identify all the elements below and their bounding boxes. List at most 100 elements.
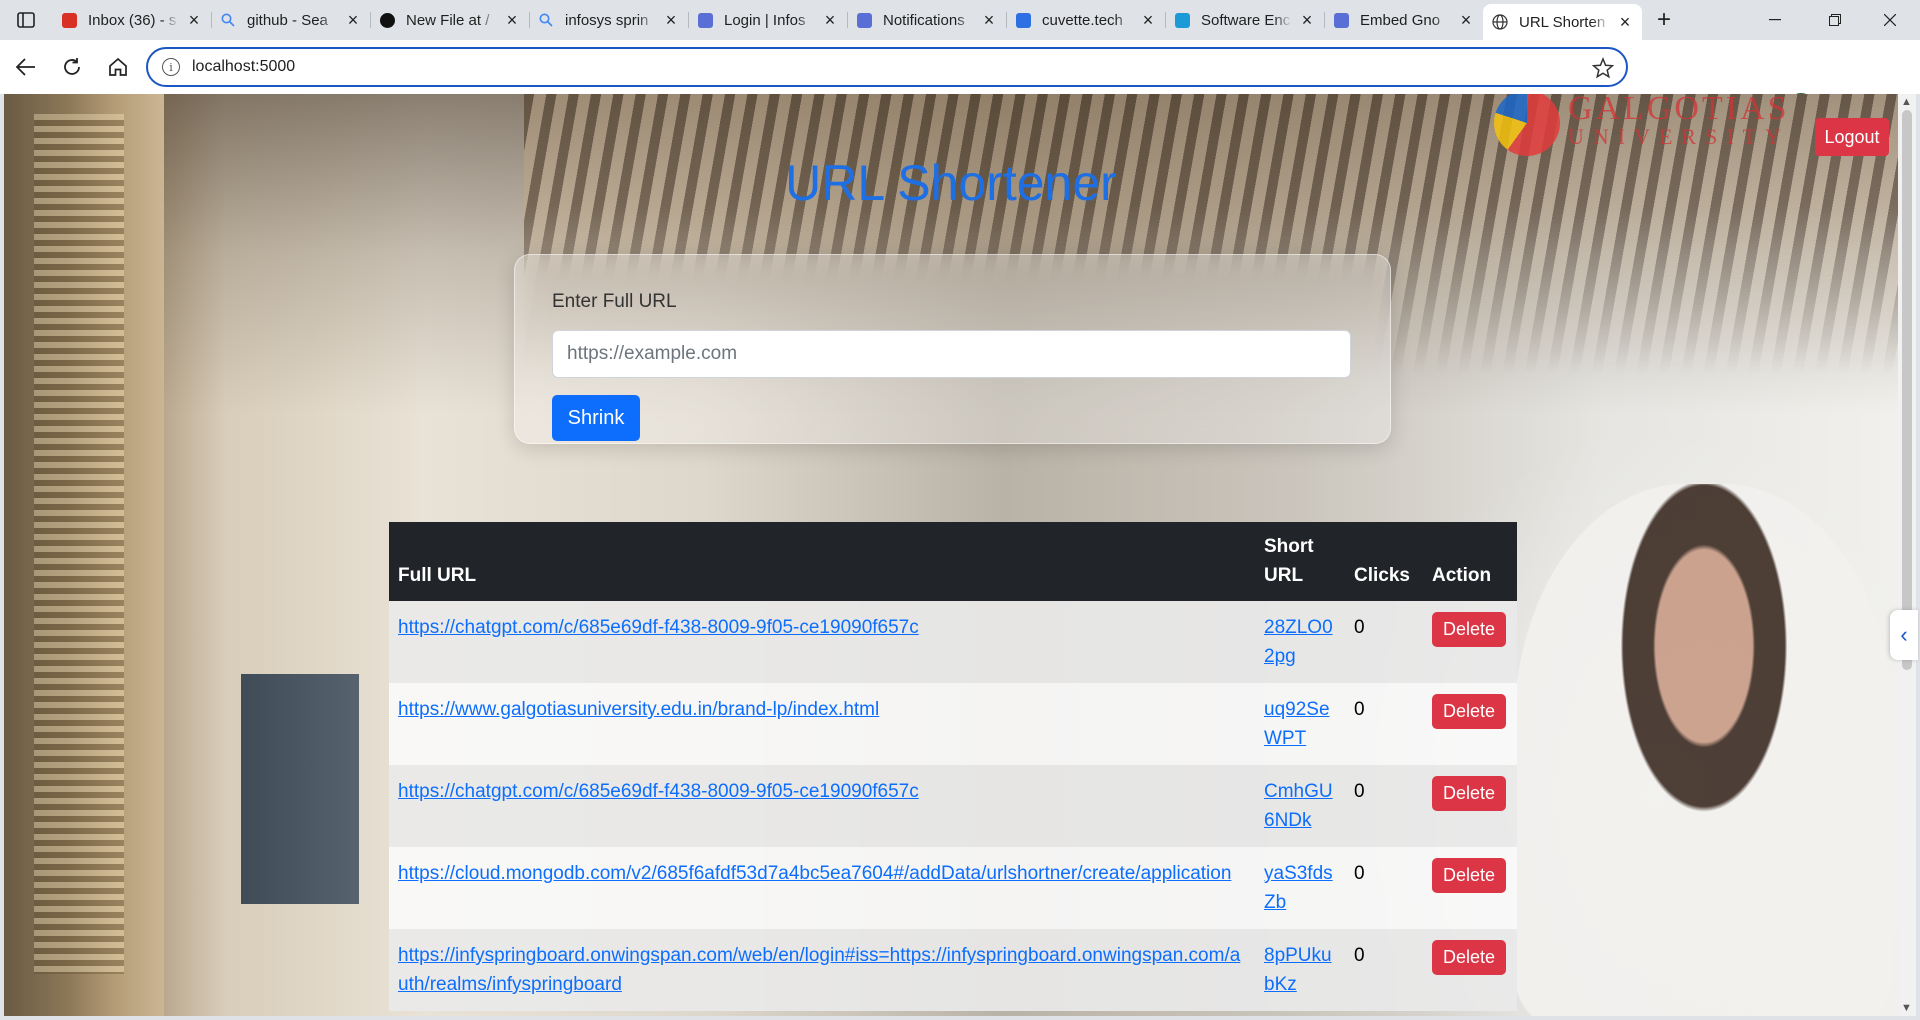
url-field[interactable]: i localhost:5000 [146, 47, 1628, 87]
short-url-cell: yaS3fdsZb [1255, 847, 1345, 929]
delete-button[interactable]: Delete [1432, 612, 1507, 647]
short-url-link[interactable]: uq92SeWPT [1264, 695, 1336, 753]
full-url-link[interactable]: https://chatgpt.com/c/685e69df-f438-8009… [398, 781, 919, 802]
browser-tab[interactable]: infosys sprin × [529, 4, 688, 36]
close-tab-icon[interactable]: × [1139, 10, 1157, 30]
short-url-link[interactable]: yaS3fdsZb [1264, 859, 1336, 917]
minimize-button[interactable] [1745, 0, 1805, 40]
browser-tab-title: Notifications [883, 11, 965, 29]
tab-actions-icon[interactable] [0, 0, 52, 40]
full-url-link[interactable]: https://www.galgotiasuniversity.edu.in/b… [398, 699, 879, 720]
short-url-link[interactable]: CmhGU6NDk [1264, 777, 1336, 835]
browser-tab[interactable]: cuvette.tech × [1006, 4, 1165, 36]
browser-tab[interactable]: github - Sea × [211, 4, 370, 36]
full-url-link[interactable]: https://infyspringboard.onwingspan.com/w… [398, 945, 1240, 995]
github-icon [378, 11, 396, 29]
close-tab-icon[interactable]: × [1616, 12, 1634, 32]
search-icon [219, 11, 237, 29]
logo-sub: UNIVERSITY [1568, 124, 1790, 149]
refresh-icon[interactable] [50, 49, 94, 85]
short-url-link[interactable]: 8pPUkubKz [1264, 941, 1336, 999]
springboard-icon [855, 11, 873, 29]
short-url-cell: uq92SeWPT [1255, 683, 1345, 765]
page-viewport: GALGOTIAS UNIVERSITY Logout URL Shortene… [4, 94, 1898, 1016]
clicks-cell: 0 [1354, 863, 1365, 884]
short-url-cell: CmhGU6NDk [1255, 765, 1345, 847]
delete-button[interactable]: Delete [1432, 694, 1507, 729]
delete-button[interactable]: Delete [1432, 940, 1507, 975]
browser-tab-title: New File at / [406, 11, 490, 29]
urls-table-container: Full URL Short URL Clicks Action https:/… [389, 522, 1517, 1016]
logo-name: GALGOTIAS [1568, 94, 1790, 127]
browser-tab[interactable]: New File at / × [370, 4, 529, 36]
page-title: URL Shortener [785, 155, 1117, 211]
url-text[interactable]: localhost:5000 [192, 58, 295, 76]
home-icon[interactable] [96, 49, 140, 85]
close-tab-icon[interactable]: × [1457, 10, 1475, 30]
full-url-input[interactable] [552, 330, 1351, 378]
scroll-up-icon[interactable]: ▲ [1901, 96, 1912, 108]
browser-tab-title: URL Shorten [1519, 13, 1606, 31]
logout-button[interactable]: Logout [1815, 118, 1889, 156]
full-url-link[interactable]: https://cloud.mongodb.com/v2/685f6afdf53… [398, 863, 1231, 884]
browser-tab-title: cuvette.tech [1042, 11, 1123, 29]
scrollbar-thumb[interactable] [1902, 110, 1912, 670]
browser-tab[interactable]: Inbox (36) - s × [52, 4, 211, 36]
close-tab-icon[interactable]: × [185, 10, 203, 30]
browser-tab-bar: Inbox (36) - s × github - Sea × New File at … [0, 0, 1920, 40]
header-full-url: Full URL [389, 522, 1255, 601]
table-row: https://chatgpt.com/c/685e69df-f438-8009… [389, 765, 1517, 847]
full-url-link[interactable]: https://chatgpt.com/c/685e69df-f438-8009… [398, 617, 919, 638]
header-short-url: Short URL [1255, 522, 1345, 601]
sidebar-expand-icon[interactable]: ‹ [1890, 610, 1918, 660]
logo-wordmark: GALGOTIAS UNIVERSITY [1568, 94, 1790, 151]
browser-tab-title: Embed Gno [1360, 11, 1441, 29]
restore-button[interactable] [1805, 0, 1865, 40]
delete-button[interactable]: Delete [1432, 776, 1507, 811]
browser-tab[interactable]: Software Enc × [1165, 4, 1324, 36]
header-action: Action [1423, 522, 1517, 601]
short-url-cell: 28ZLO02pg [1255, 601, 1345, 683]
page-scrollbar[interactable]: ▲ ▼ [1898, 94, 1916, 1016]
table-header-row: Full URL Short URL Clicks Action [389, 522, 1517, 601]
browser-tab[interactable]: Embed Gno × [1324, 4, 1483, 36]
action-cell: Delete [1423, 847, 1517, 929]
background-window [4, 94, 164, 1016]
clicks-cell: 0 [1354, 699, 1365, 720]
back-icon[interactable] [4, 49, 48, 85]
close-tab-icon[interactable]: × [980, 10, 998, 30]
close-tab-icon[interactable]: × [662, 10, 680, 30]
delete-button[interactable]: Delete [1432, 858, 1507, 893]
site-info-icon[interactable]: i [162, 58, 180, 76]
address-bar-row: i localhost:5000 [0, 40, 1920, 121]
short-url-cell: 8pPUkubKz [1255, 929, 1345, 1011]
close-tab-icon[interactable]: × [821, 10, 839, 30]
close-tab-icon[interactable]: × [344, 10, 362, 30]
gmail-icon [60, 11, 78, 29]
header-short-url-text: Short URL [1264, 536, 1314, 586]
close-tab-icon[interactable]: × [503, 10, 521, 30]
shrink-button[interactable]: Shrink [552, 395, 640, 441]
full-url-cell: https://cloud.mongodb.com/v2/685f6afdf53… [389, 847, 1255, 929]
scroll-down-icon[interactable]: ▼ [1901, 1002, 1912, 1014]
favorite-star-icon[interactable] [1591, 57, 1615, 84]
background-person [1514, 484, 1894, 1016]
new-tab-button[interactable]: + [1642, 4, 1686, 36]
browser-tab[interactable]: URL Shorten × [1483, 4, 1642, 40]
springboard-icon [696, 11, 714, 29]
full-url-cell: https://chatgpt.com/c/685e69df-f438-8009… [389, 601, 1255, 683]
clicks-cell: 0 [1354, 781, 1365, 802]
table-row: https://infyspringboard.onwingspan.com/w… [389, 929, 1517, 1011]
action-cell: Delete [1423, 765, 1517, 847]
full-url-cell: https://www.galgotiasuniversity.edu.in/b… [389, 683, 1255, 765]
browser-tab[interactable]: Notifications × [847, 4, 1006, 36]
short-url-link[interactable]: 28ZLO02pg [1264, 613, 1336, 671]
close-window-button[interactable] [1860, 0, 1920, 40]
globe-icon [1491, 13, 1509, 31]
shorten-form-card: Enter Full URL Shrink [514, 254, 1391, 444]
full-url-label: Enter Full URL [552, 291, 677, 312]
close-tab-icon[interactable]: × [1298, 10, 1316, 30]
clicks-cell: 0 [1354, 617, 1365, 638]
springboard-icon [1332, 11, 1350, 29]
browser-tab[interactable]: Login | Infos × [688, 4, 847, 36]
